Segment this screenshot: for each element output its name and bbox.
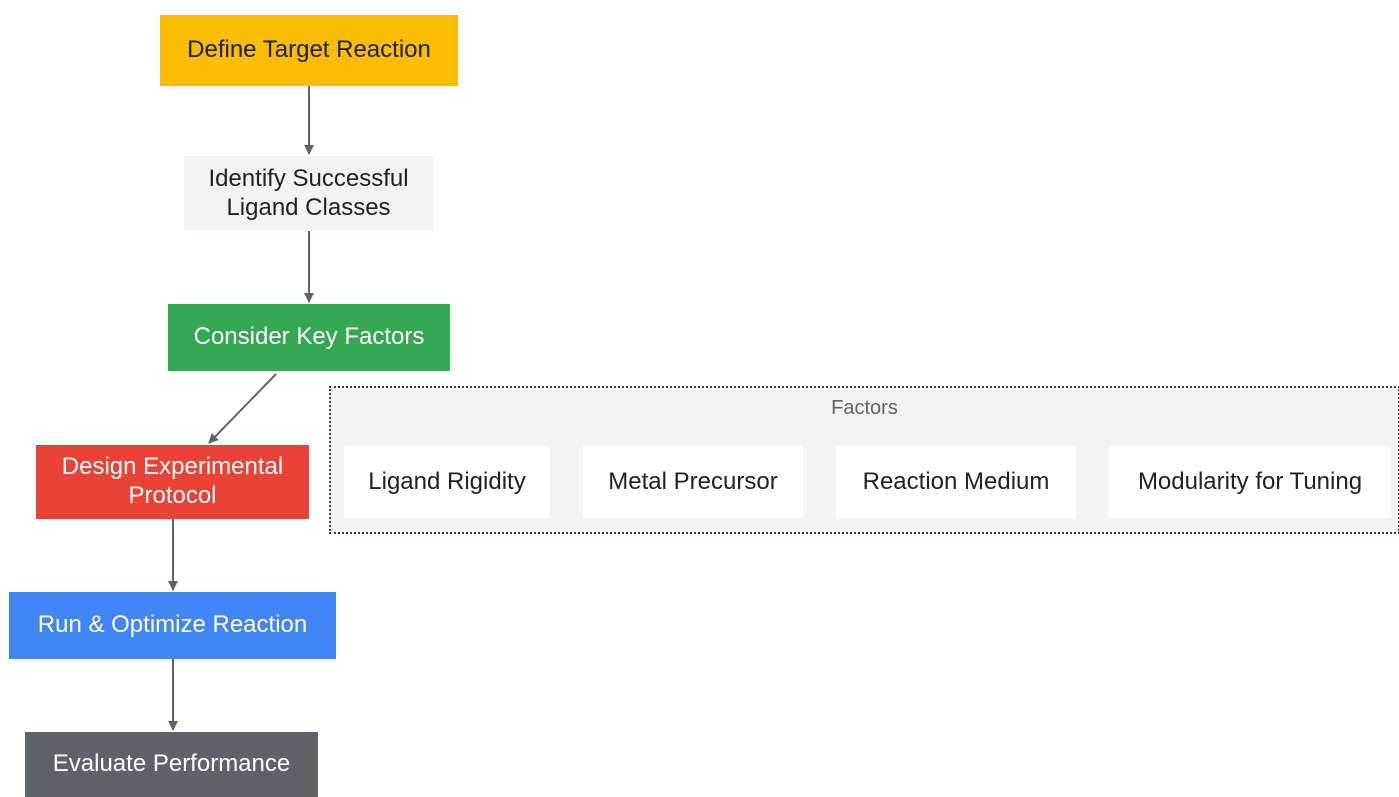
- edge-consider-to-design: [208, 373, 277, 444]
- node-run-optimize-reaction: Run & Optimize Reaction: [9, 592, 336, 659]
- factors-group-title: Factors: [831, 397, 898, 419]
- node-identify-ligand-classes: Identify Successful Ligand Classes: [184, 156, 433, 231]
- factor-reaction-medium: Reaction Medium: [836, 446, 1076, 518]
- node-consider-key-factors: Consider Key Factors: [168, 304, 450, 371]
- node-define-target-reaction: Define Target Reaction: [160, 15, 458, 86]
- factor-metal-precursor: Metal Precursor: [583, 446, 803, 518]
- factor-modularity-for-tuning: Modularity for Tuning: [1109, 446, 1391, 518]
- node-evaluate-performance: Evaluate Performance: [25, 732, 318, 797]
- node-design-experimental-protocol: Design Experimental Protocol: [36, 445, 309, 519]
- factor-ligand-rigidity: Ligand Rigidity: [344, 446, 550, 518]
